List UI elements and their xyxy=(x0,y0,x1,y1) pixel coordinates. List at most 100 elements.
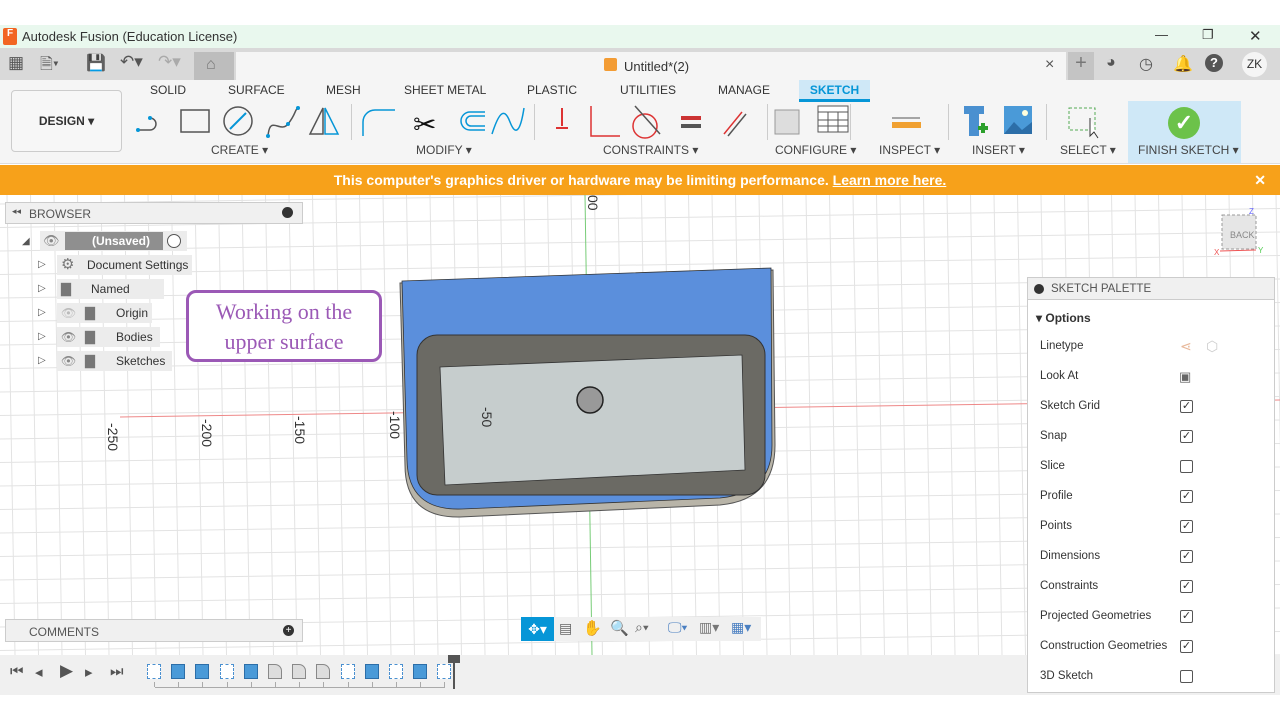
viewcube[interactable]: BACK X Y Z xyxy=(1214,207,1264,257)
browser-item-bodies[interactable]: 👁 ▇ Bodies xyxy=(57,327,160,347)
sink-body[interactable] xyxy=(399,267,776,518)
coincident-constraint-icon[interactable] xyxy=(590,106,620,137)
home-button[interactable]: ⌂ xyxy=(194,52,234,80)
minimize-button[interactable]: — xyxy=(1155,27,1168,42)
browser-item-document-settings[interactable]: ⚙ Document Settings xyxy=(57,255,192,275)
grid-settings-icon[interactable]: ▥▾ xyxy=(699,619,719,636)
fillet-tool-icon[interactable] xyxy=(362,109,395,136)
document-tab[interactable]: Untitled*(2) × xyxy=(236,52,1066,80)
expand-icon[interactable]: ▷ xyxy=(38,355,46,366)
help-icon[interactable]: ? xyxy=(1205,54,1223,72)
select-icon[interactable] xyxy=(1068,107,1099,139)
pan-icon[interactable]: ✋ xyxy=(583,619,602,637)
eye-icon[interactable]: 👁 xyxy=(61,351,76,371)
tab-sketch[interactable]: SKETCH xyxy=(799,80,870,102)
go-to-start-button[interactable]: ⏮ xyxy=(10,663,24,680)
checkbox-slice[interactable] xyxy=(1180,460,1193,473)
timeline-sketch-icon[interactable] xyxy=(389,664,403,679)
fit-curve-icon[interactable] xyxy=(491,107,525,135)
checkbox-sketch-grid[interactable]: ✓ xyxy=(1180,400,1193,413)
browser-item-origin[interactable]: 👁 ▇ Origin xyxy=(57,303,152,323)
play-button[interactable]: ▶ xyxy=(60,661,73,681)
checkbox-dimensions[interactable]: ✓ xyxy=(1180,550,1193,563)
trim-tool-icon[interactable]: ✂ xyxy=(413,109,436,140)
linetype-construction-icon[interactable]: ⋖ xyxy=(1180,338,1192,355)
close-banner-button[interactable]: ✕ xyxy=(1254,165,1266,195)
eye-icon[interactable]: 👁 xyxy=(61,327,76,347)
checkbox-construction-geometries[interactable]: ✓ xyxy=(1180,640,1193,653)
offset-tool-icon[interactable] xyxy=(460,111,485,131)
checkbox-3d-sketch[interactable] xyxy=(1180,670,1193,683)
fix-constraint-icon[interactable] xyxy=(556,108,568,129)
insert-canvas-icon[interactable] xyxy=(1004,106,1032,134)
browser-item-named-views[interactable]: ▇ Named Views xyxy=(57,279,164,316)
save-icon[interactable]: 💾 xyxy=(86,53,106,73)
create-menu[interactable]: CREATE ▾ xyxy=(211,143,268,157)
timeline-marker-handle[interactable] xyxy=(448,655,460,663)
learn-more-link[interactable]: Learn more here. xyxy=(833,172,947,188)
timeline-sketch-icon[interactable] xyxy=(219,664,234,679)
workspace-switcher[interactable]: DESIGN ▾ xyxy=(11,90,122,152)
select-menu[interactable]: SELECT ▾ xyxy=(1060,143,1116,157)
look-at-icon[interactable]: ▤ xyxy=(559,620,572,637)
parallel-constraint-icon[interactable] xyxy=(723,111,747,137)
measure-icon[interactable] xyxy=(892,117,921,128)
tab-manage[interactable]: MANAGE xyxy=(718,83,770,97)
timeline-extrude-icon[interactable] xyxy=(243,664,258,679)
expand-root-icon[interactable]: ◢ xyxy=(22,236,30,247)
look-at-icon[interactable]: ▣ xyxy=(1179,369,1191,385)
timeline-fillet-icon[interactable] xyxy=(268,664,282,679)
expand-icon[interactable]: ▷ xyxy=(38,283,46,294)
hidden-eye-icon[interactable]: 👁 xyxy=(61,303,76,323)
browser-item-sketches[interactable]: 👁 ▇ Sketches xyxy=(57,351,172,371)
timeline-extrude-icon[interactable] xyxy=(364,664,379,679)
user-avatar[interactable]: ZK xyxy=(1242,52,1267,77)
tab-utilities[interactable]: UTILITIES xyxy=(620,83,676,97)
close-window-button[interactable]: ✕ xyxy=(1249,27,1262,45)
timeline-sketch-icon[interactable] xyxy=(340,664,355,679)
expand-icon[interactable]: ▷ xyxy=(38,331,46,342)
timeline-extrude-icon[interactable] xyxy=(413,664,428,679)
file-menu-icon[interactable]: 🗎▾ xyxy=(40,53,59,80)
timeline-extrude-icon[interactable] xyxy=(171,664,186,679)
viewports-icon[interactable]: ▦▾ xyxy=(731,619,751,636)
expand-icon[interactable]: ▷ xyxy=(38,259,46,270)
close-tab-button[interactable]: × xyxy=(1045,56,1054,74)
tab-mesh[interactable]: MESH xyxy=(326,83,361,97)
display-settings-icon[interactable]: 🖵▾ xyxy=(668,619,687,636)
inspect-menu[interactable]: INSPECT ▾ xyxy=(879,143,940,157)
line-tool-icon[interactable] xyxy=(136,116,157,132)
root-component-label[interactable]: (Unsaved) xyxy=(65,232,163,250)
checkbox-projected-geometries[interactable]: ✓ xyxy=(1180,610,1193,623)
tab-sheet-metal[interactable]: SHEET METAL xyxy=(404,83,486,97)
step-forward-button[interactable]: ▸ xyxy=(85,663,93,681)
palette-header[interactable]: SKETCH PALETTE xyxy=(1028,278,1274,300)
linetype-centerline-icon[interactable]: ⬡ xyxy=(1206,338,1218,355)
extensions-icon[interactable]: ◕ xyxy=(1106,54,1116,72)
mirror-tool-icon[interactable] xyxy=(308,107,340,135)
timeline-extrude-icon[interactable] xyxy=(195,664,210,679)
zoom-icon[interactable]: 🔍 xyxy=(610,619,629,637)
finish-sketch-menu[interactable]: FINISH SKETCH ▾ xyxy=(1138,143,1239,157)
add-comment-icon[interactable]: + xyxy=(283,625,294,636)
comments-panel[interactable]: COMMENTS + xyxy=(5,619,303,642)
options-section-toggle[interactable]: ▾ Options xyxy=(1036,311,1091,325)
checkbox-snap[interactable]: ✓ xyxy=(1180,430,1193,443)
tab-plastic[interactable]: PLASTIC xyxy=(527,83,577,97)
tangent-constraint-icon[interactable] xyxy=(632,105,661,139)
redo-icon[interactable]: ↷▾ xyxy=(158,52,181,72)
insert-menu[interactable]: INSERT ▾ xyxy=(972,143,1025,157)
equal-constraint-icon[interactable] xyxy=(681,116,701,128)
notifications-icon[interactable]: 🔔 xyxy=(1173,54,1193,74)
configure-menu[interactable]: CONFIGURE ▾ xyxy=(775,143,856,157)
checkbox-constraints[interactable]: ✓ xyxy=(1180,580,1193,593)
configure-parameters-icon[interactable] xyxy=(774,105,849,135)
timeline-sketch-icon[interactable] xyxy=(147,664,161,679)
new-tab-button[interactable]: + xyxy=(1068,52,1094,80)
spline-tool-icon[interactable] xyxy=(266,106,300,138)
tab-solid[interactable]: SOLID xyxy=(150,83,186,97)
tab-surface[interactable]: SURFACE xyxy=(228,83,285,97)
orbit-button[interactable]: ✥▾ xyxy=(521,617,554,641)
viewcube-face-label[interactable]: BACK xyxy=(1230,230,1255,240)
go-to-end-button[interactable]: ⏭ xyxy=(110,663,124,680)
